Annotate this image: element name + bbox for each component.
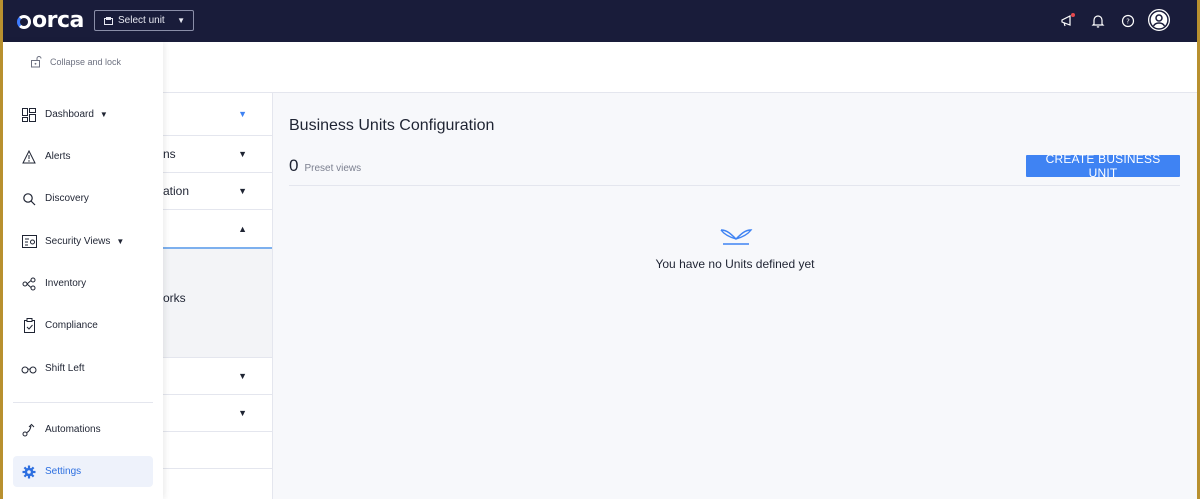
- caret-down-icon: ▼: [116, 237, 125, 246]
- subnav-row-label: ns: [163, 147, 176, 161]
- user-avatar[interactable]: [1148, 9, 1170, 31]
- chevron-down-icon: ▼: [177, 16, 185, 25]
- subnav-expanded-panel: orks: [163, 249, 272, 358]
- chevron-up-icon: ▲: [238, 223, 247, 234]
- sidebar-item-label: Alerts: [45, 151, 71, 162]
- page-title: Business Units Configuration: [289, 117, 495, 134]
- logo-text: orca: [32, 8, 84, 33]
- orca-logo[interactable]: orca: [17, 8, 84, 33]
- sidebar-item-alerts[interactable]: Alerts: [13, 141, 153, 172]
- chevron-down-icon: ▼: [238, 408, 247, 418]
- subnav-row-label[interactable]: orks: [163, 291, 186, 305]
- subnav-row-open[interactable]: ▲: [163, 210, 272, 249]
- page-header: [3, 42, 1197, 93]
- subnav-row-label: ation: [163, 184, 190, 198]
- sidebar-item-label: Inventory: [45, 278, 87, 289]
- sidebar-item-label: Dashboard: [45, 109, 94, 120]
- chevron-down-icon: ▼: [238, 109, 247, 119]
- bell-icon[interactable]: [1089, 12, 1107, 30]
- clipboard-check-icon: [21, 318, 37, 334]
- chevron-down-icon: ▼: [238, 149, 247, 159]
- sidebar: Collapse and lock Dashboard ▼ Alerts Dis…: [3, 42, 163, 499]
- preset-views: 0 Preset views: [289, 156, 361, 176]
- subnav-row[interactable]: ▼: [163, 395, 272, 432]
- subnav-row[interactable]: ▼: [163, 93, 272, 136]
- unit-select-label: Select unit: [118, 15, 165, 26]
- sidebar-item-compliance[interactable]: Compliance: [13, 310, 153, 341]
- subnav-row[interactable]: ation ▼: [163, 173, 272, 210]
- subnav-row[interactable]: [163, 432, 272, 469]
- app-window: orca Select unit ▼ ? ▼ ns ▼ ation ▼ ▲ or…: [3, 0, 1197, 499]
- inventory-icon: [21, 276, 37, 292]
- sidebar-item-label: Security Views: [45, 236, 111, 247]
- help-icon[interactable]: ?: [1119, 12, 1137, 30]
- dashboard-icon: [21, 107, 37, 123]
- unit-icon: [104, 16, 113, 25]
- preset-label: Preset views: [304, 163, 362, 174]
- sidebar-item-security-views[interactable]: Security Views ▼: [13, 226, 153, 257]
- empty-state-message: You have no Units defined yet: [655, 257, 815, 271]
- svg-text:?: ?: [1126, 18, 1130, 26]
- preset-count: 0: [289, 156, 299, 175]
- sidebar-item-settings[interactable]: Settings: [13, 456, 153, 487]
- sidebar-item-shift-left[interactable]: Shift Left: [13, 353, 153, 384]
- security-views-icon: [21, 234, 37, 250]
- settings-subnav: ▼ ns ▼ ation ▼ ▲ orks ▼ ▼: [163, 93, 273, 499]
- subnav-row[interactable]: ▼: [163, 358, 272, 395]
- gear-icon: [21, 464, 37, 480]
- glasses-icon: [21, 361, 37, 377]
- divider: [289, 185, 1180, 186]
- announcements-icon[interactable]: [1059, 12, 1077, 30]
- main-content: Business Units Configuration 0 Preset vi…: [273, 93, 1197, 499]
- lock-icon: [31, 56, 42, 68]
- create-business-unit-button[interactable]: CREATE BUSINESS UNIT: [1026, 152, 1180, 180]
- caret-down-icon: ▼: [99, 110, 108, 119]
- collapse-label: Collapse and lock: [50, 57, 122, 67]
- sidebar-item-label: Shift Left: [45, 363, 85, 374]
- top-bar: orca Select unit ▼ ?: [3, 0, 1197, 42]
- chevron-down-icon: ▼: [238, 186, 247, 196]
- sidebar-item-label: Automations: [45, 424, 101, 435]
- sidebar-item-automations[interactable]: Automations: [13, 414, 153, 445]
- whale-tail-icon: [719, 226, 753, 246]
- alert-triangle-icon: [21, 149, 37, 165]
- sidebar-item-label: Discovery: [45, 193, 89, 204]
- sidebar-divider: [13, 402, 153, 403]
- sidebar-item-label: Settings: [45, 466, 82, 477]
- automations-icon: [21, 422, 37, 438]
- sidebar-item-dashboard[interactable]: Dashboard ▼: [13, 99, 153, 130]
- chevron-down-icon: ▼: [238, 371, 247, 381]
- sidebar-item-discovery[interactable]: Discovery: [13, 183, 153, 214]
- collapse-and-lock[interactable]: Collapse and lock: [30, 56, 121, 68]
- subnav-row[interactable]: ns ▼: [163, 136, 272, 173]
- sidebar-item-label: Compliance: [45, 320, 98, 331]
- sidebar-item-inventory[interactable]: Inventory: [13, 268, 153, 299]
- logo-mark-icon: [17, 14, 31, 29]
- search-icon: [21, 191, 37, 207]
- unit-select[interactable]: Select unit ▼: [94, 10, 194, 31]
